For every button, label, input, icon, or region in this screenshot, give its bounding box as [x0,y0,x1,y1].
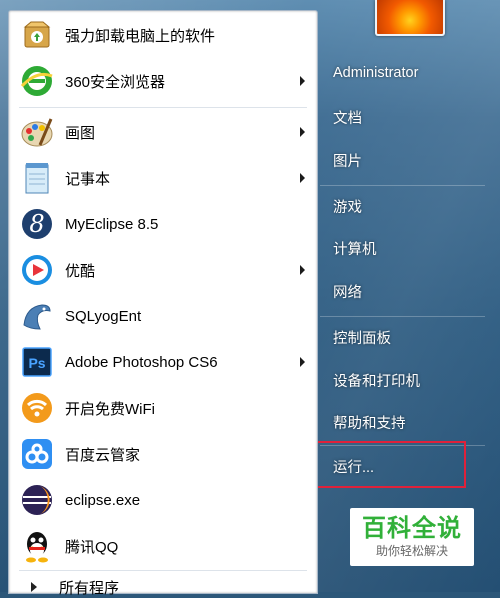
user-avatar-flower[interactable] [375,0,445,36]
run-highlight-box [313,441,466,488]
all-programs-label: 所有程序 [59,579,120,597]
submenu-arrow-icon [300,357,305,367]
program-item-photoshop[interactable]: Ps Adobe Photoshop CS6 [13,340,311,384]
documents-link[interactable]: 文档 [333,107,362,129]
program-label: Adobe Photoshop CS6 [65,353,218,371]
program-item-paint[interactable]: 画图 [13,110,311,154]
games-link[interactable]: 游戏 [333,196,362,218]
watermark-logo: 百科全说 助你轻松解决 [350,508,474,566]
svg-text:8: 8 [29,210,44,238]
program-item-youku[interactable]: 优酷 [13,248,311,292]
user-name-link[interactable]: Administrator [333,65,418,87]
divider [320,185,485,186]
photoshop-icon: Ps [19,344,55,380]
program-item-notepad[interactable]: 记事本 [13,156,311,200]
wifi-icon [19,390,55,426]
program-item-sqlyog[interactable]: SQLyogEnt [13,294,311,338]
submenu-arrow-icon [300,76,305,86]
svg-text:Ps: Ps [28,355,45,371]
watermark-title: 百科全说 [362,515,462,542]
divider [19,570,307,571]
paint-palette-icon [19,114,55,150]
baidu-cloud-icon [19,436,55,472]
program-label: 腾讯QQ [65,538,119,556]
program-label: 百度云管家 [65,446,141,464]
program-label: 开启免费WiFi [65,400,155,418]
program-label: SQLyogEnt [65,307,142,325]
uninstall-box-icon [19,17,55,53]
submenu-arrow-icon [300,265,305,275]
program-list-panel: 强力卸载电脑上的软件 360安全浏览器 画图 记事本 8 MyEclipse 8… [8,10,318,597]
program-label: 强力卸载电脑上的软件 [65,27,216,45]
control-panel-link[interactable]: 控制面板 [333,327,391,349]
360-browser-icon [19,63,55,99]
right-triangle-icon [31,582,37,592]
help-support-link[interactable]: 帮助和支持 [333,412,406,434]
program-item-free-wifi[interactable]: 开启免费WiFi [13,386,311,430]
program-item-uninstaller[interactable]: 强力卸载电脑上的软件 [13,13,311,57]
myeclipse-icon: 8 [19,206,55,242]
youku-icon [19,252,55,288]
computer-link[interactable]: 计算机 [333,238,377,260]
devices-printers-link[interactable]: 设备和打印机 [333,370,420,392]
program-item-myeclipse[interactable]: 8 MyEclipse 8.5 [13,202,311,246]
divider [320,316,485,317]
submenu-arrow-icon [300,173,305,183]
program-label: 记事本 [65,170,111,188]
divider [19,107,307,108]
program-item-qq[interactable]: 腾讯QQ [13,524,311,568]
notepad-icon [19,160,55,196]
submenu-arrow-icon [300,127,305,137]
program-label: 360安全浏览器 [65,73,166,91]
program-item-360-browser[interactable]: 360安全浏览器 [13,59,311,103]
program-item-eclipse[interactable]: eclipse.exe [13,478,311,522]
program-item-baidu-cloud[interactable]: 百度云管家 [13,432,311,476]
program-label: 优酷 [65,262,96,280]
pictures-link[interactable]: 图片 [333,150,362,172]
program-label: eclipse.exe [65,491,141,509]
eclipse-icon [19,482,55,518]
sqlyog-dolphin-icon [19,298,55,334]
watermark-subtitle: 助你轻松解决 [375,544,448,558]
qq-penguin-icon [19,528,55,564]
program-label: MyEclipse 8.5 [65,215,159,233]
all-programs-button[interactable]: 所有程序 [13,577,311,597]
network-link[interactable]: 网络 [333,281,362,303]
program-label: 画图 [65,124,96,142]
